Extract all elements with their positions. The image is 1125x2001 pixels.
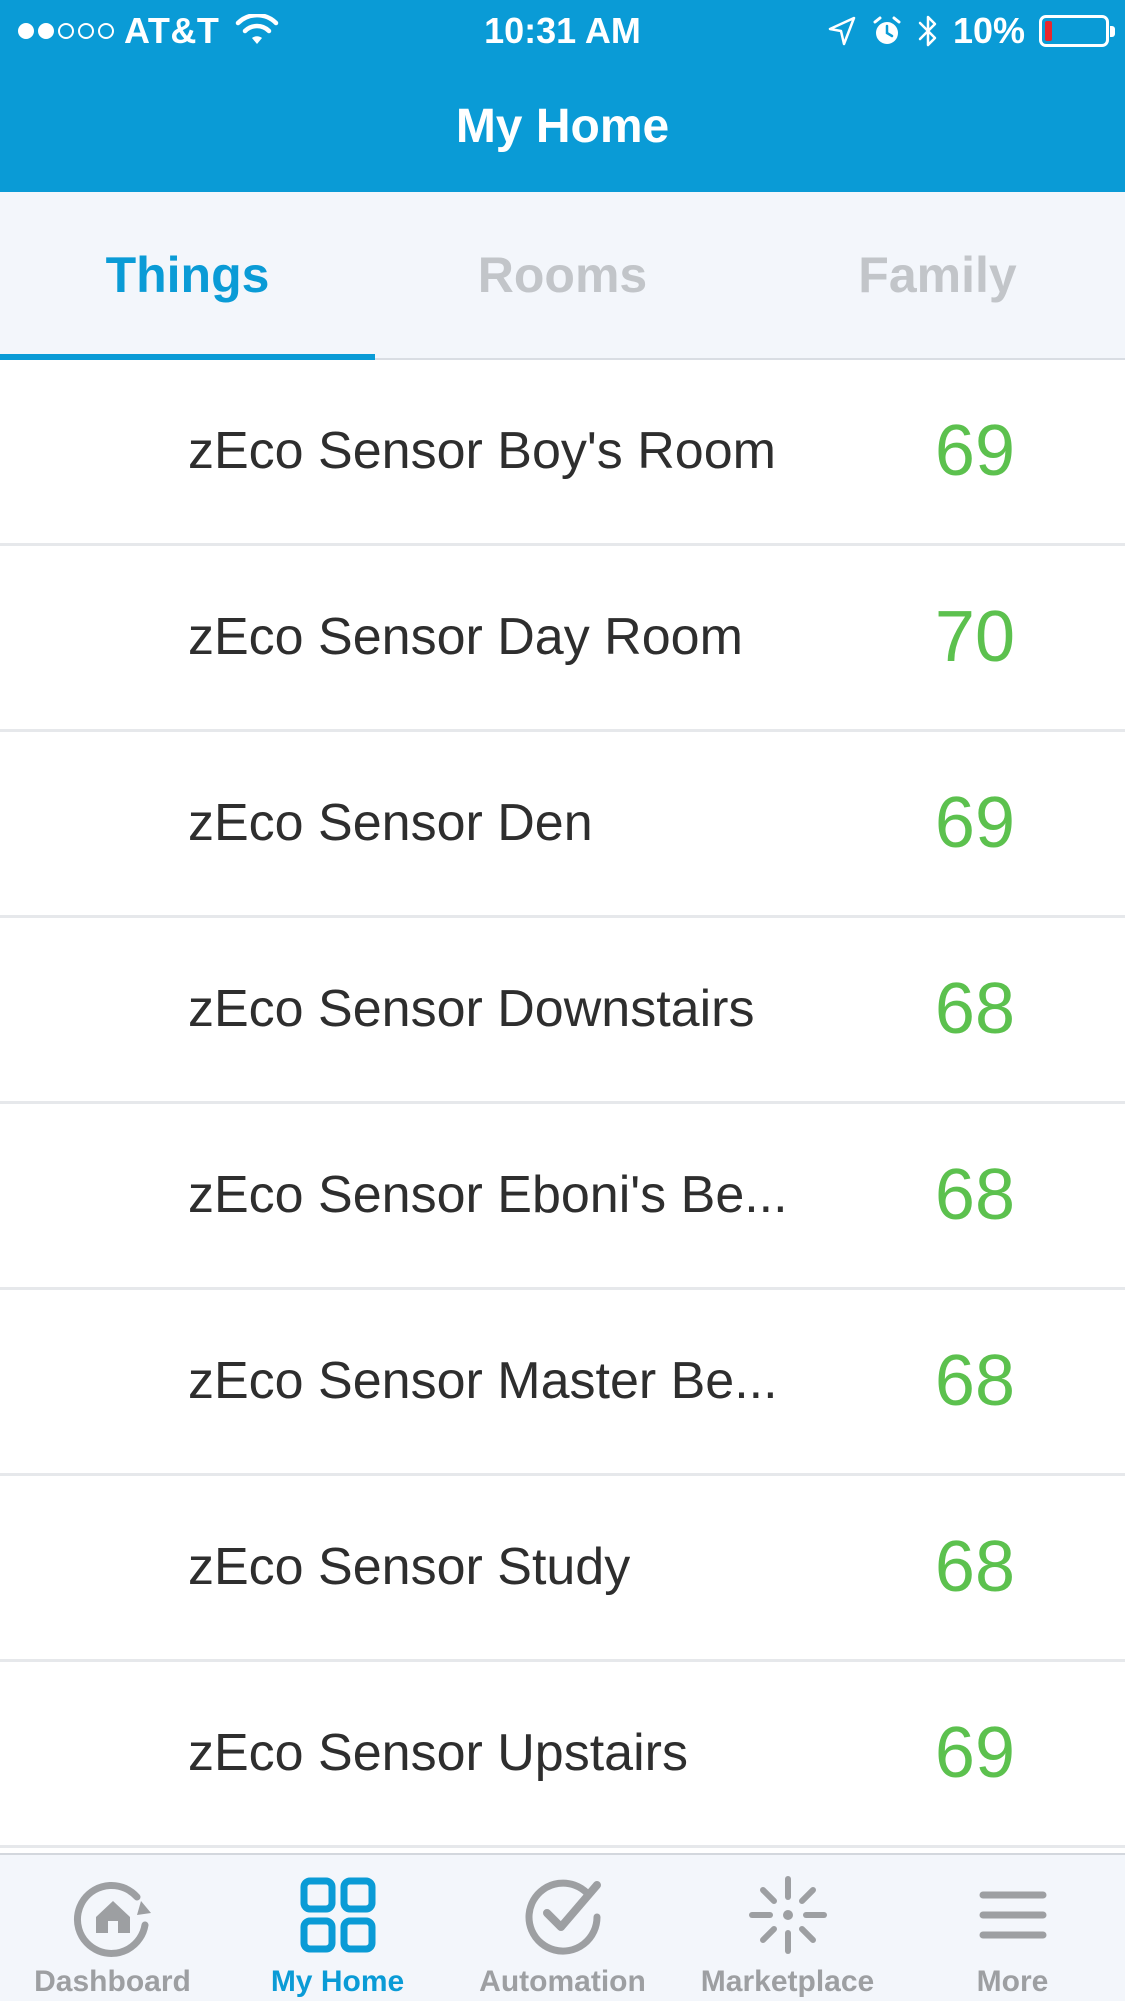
segment-tabs: Things Rooms Family xyxy=(0,192,1125,360)
app-header: AT&T 10:31 AM 10% My Home xyxy=(0,0,1125,192)
tab-rooms[interactable]: Rooms xyxy=(375,192,750,358)
thing-value: 68 xyxy=(934,1527,1015,1607)
list-item-upstairs[interactable]: zEco Sensor Upstairs 69 xyxy=(0,1662,1125,1848)
list-item-ebonis-bedroom[interactable]: zEco Sensor Eboni's Be... 68 xyxy=(0,1104,1125,1290)
tabbar-automation[interactable]: Automation xyxy=(450,1855,675,2001)
thing-value: 68 xyxy=(934,969,1015,1049)
thing-value: 70 xyxy=(934,597,1015,677)
thing-name: zEco Sensor Upstairs xyxy=(188,1724,688,1782)
dashboard-home-icon xyxy=(73,1881,151,1957)
thing-name: zEco Sensor Boy's Room xyxy=(188,422,776,480)
list-item-den[interactable]: zEco Sensor Den 69 xyxy=(0,732,1125,918)
thing-value: 69 xyxy=(934,411,1015,491)
tab-things[interactable]: Things xyxy=(0,192,375,360)
thing-name: zEco Sensor Day Room xyxy=(188,608,743,666)
thing-name: zEco Sensor Eboni's Be... xyxy=(188,1166,788,1224)
list-item-boys-room[interactable]: zEco Sensor Boy's Room 69 xyxy=(0,360,1125,546)
tabbar-marketplace[interactable]: Marketplace xyxy=(675,1855,900,2001)
thing-name: zEco Sensor Downstairs xyxy=(188,980,755,1038)
bottom-tab-bar: Dashboard My Home Automation Marketplace… xyxy=(0,1853,1125,2001)
tabbar-label: Marketplace xyxy=(700,1965,875,1998)
checkmark-circle-icon xyxy=(525,1879,601,1955)
status-right: 10% xyxy=(827,10,1115,52)
sparkle-icon xyxy=(748,1876,827,1954)
grid-icon xyxy=(300,1877,375,1953)
battery-level-fill xyxy=(1045,21,1052,41)
page-title: My Home xyxy=(455,100,670,153)
location-arrow-icon xyxy=(828,16,856,46)
status-bar: AT&T 10:31 AM 10% xyxy=(0,0,1125,62)
thing-value: 68 xyxy=(934,1341,1015,1421)
list-item-downstairs[interactable]: zEco Sensor Downstairs 68 xyxy=(0,918,1125,1104)
tabbar-more[interactable]: More xyxy=(900,1855,1125,2001)
thing-name: zEco Sensor Den xyxy=(188,794,593,852)
battery-percent: 10% xyxy=(952,10,1025,51)
list-item-master-bedroom[interactable]: zEco Sensor Master Be... 68 xyxy=(0,1290,1125,1476)
tabbar-dashboard[interactable]: Dashboard xyxy=(0,1855,225,2001)
tabbar-label: Automation xyxy=(479,1965,646,1998)
tabbar-label: My Home xyxy=(270,1965,405,1998)
tabbar-my-home[interactable]: My Home xyxy=(225,1855,450,2001)
tabbar-label: More xyxy=(976,1965,1049,1998)
list-item-study[interactable]: zEco Sensor Study 68 xyxy=(0,1476,1125,1662)
battery-icon xyxy=(1039,15,1115,47)
menu-icon xyxy=(979,1891,1046,1939)
thing-value: 68 xyxy=(934,1155,1015,1235)
thing-name: zEco Sensor Master Be... xyxy=(188,1352,778,1410)
tab-family[interactable]: Family xyxy=(750,192,1125,358)
tabbar-label: Dashboard xyxy=(34,1965,191,1998)
thing-value: 69 xyxy=(934,1713,1015,1793)
bluetooth-icon xyxy=(918,15,937,47)
thing-name: zEco Sensor Study xyxy=(188,1538,631,1596)
list-item-day-room[interactable]: zEco Sensor Day Room 70 xyxy=(0,546,1125,732)
alarm-icon xyxy=(873,16,901,44)
thing-value: 69 xyxy=(934,783,1015,863)
things-list: zEco Sensor Boy's Room 69 zEco Sensor Da… xyxy=(0,360,1125,1848)
